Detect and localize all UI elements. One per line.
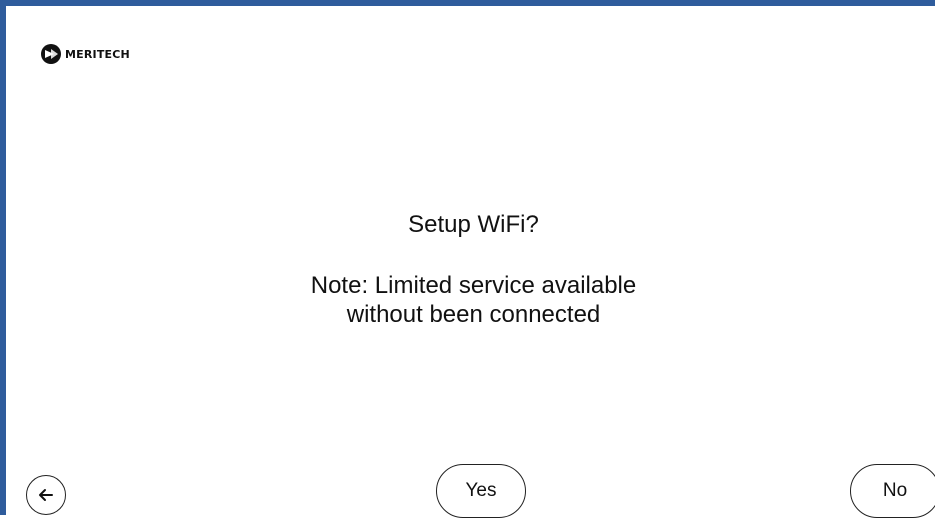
app-screen: MERITECH Setup WiFi? Note: Limited servi… bbox=[0, 0, 935, 518]
dialog-note-line1: Note: Limited service available bbox=[310, 272, 637, 299]
dialog-title: Setup WiFi? bbox=[408, 211, 539, 238]
meritech-logo-icon bbox=[41, 44, 61, 64]
no-button[interactable]: No bbox=[850, 464, 935, 518]
back-button[interactable] bbox=[26, 475, 66, 515]
brand-name: MERITECH bbox=[65, 47, 130, 61]
brand-logo: MERITECH bbox=[40, 43, 130, 65]
yes-button[interactable]: Yes bbox=[436, 464, 526, 518]
dialog-note: Note: Limited service available without … bbox=[6, 271, 935, 329]
dialog-note-line2: without been connected bbox=[346, 301, 601, 328]
arrow-left-icon bbox=[39, 489, 53, 501]
